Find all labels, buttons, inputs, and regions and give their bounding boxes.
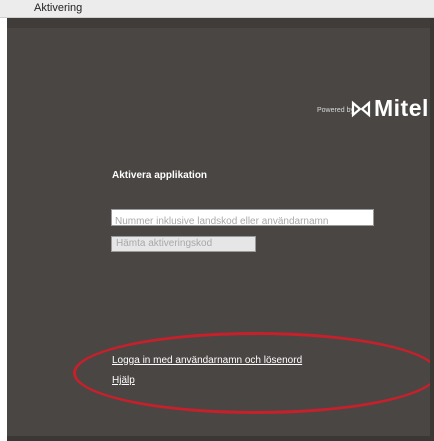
mitel-logo-icon — [351, 99, 371, 119]
annotation-ellipse — [73, 332, 434, 414]
help-link[interactable]: Hjälp — [112, 375, 135, 386]
fetch-activation-code-button[interactable]: Hämta aktiveringskod — [111, 236, 256, 252]
phone-input-placeholder: Nummer inklusive landskod eller användar… — [115, 216, 329, 226]
brand-logo: Powered by Mitel — [317, 94, 430, 124]
activation-window: Powered by Mitel Aktivera applikation Nu… — [7, 18, 434, 441]
window-bottom-edge — [7, 436, 434, 441]
title-bar: Aktivering — [0, 0, 434, 18]
page-heading: Aktivera applikation — [112, 170, 208, 181]
window-right-edge — [430, 18, 434, 441]
powered-by-label: Powered by — [317, 107, 354, 114]
brand-name: Mitel — [374, 95, 429, 121]
phone-number-input[interactable]: Nummer inklusive landskod eller användar… — [111, 209, 374, 226]
login-with-username-link[interactable]: Logga in med användarnamn och lösenord — [112, 355, 302, 366]
window-title: Aktivering — [34, 2, 83, 14]
top-strip — [7, 18, 434, 28]
